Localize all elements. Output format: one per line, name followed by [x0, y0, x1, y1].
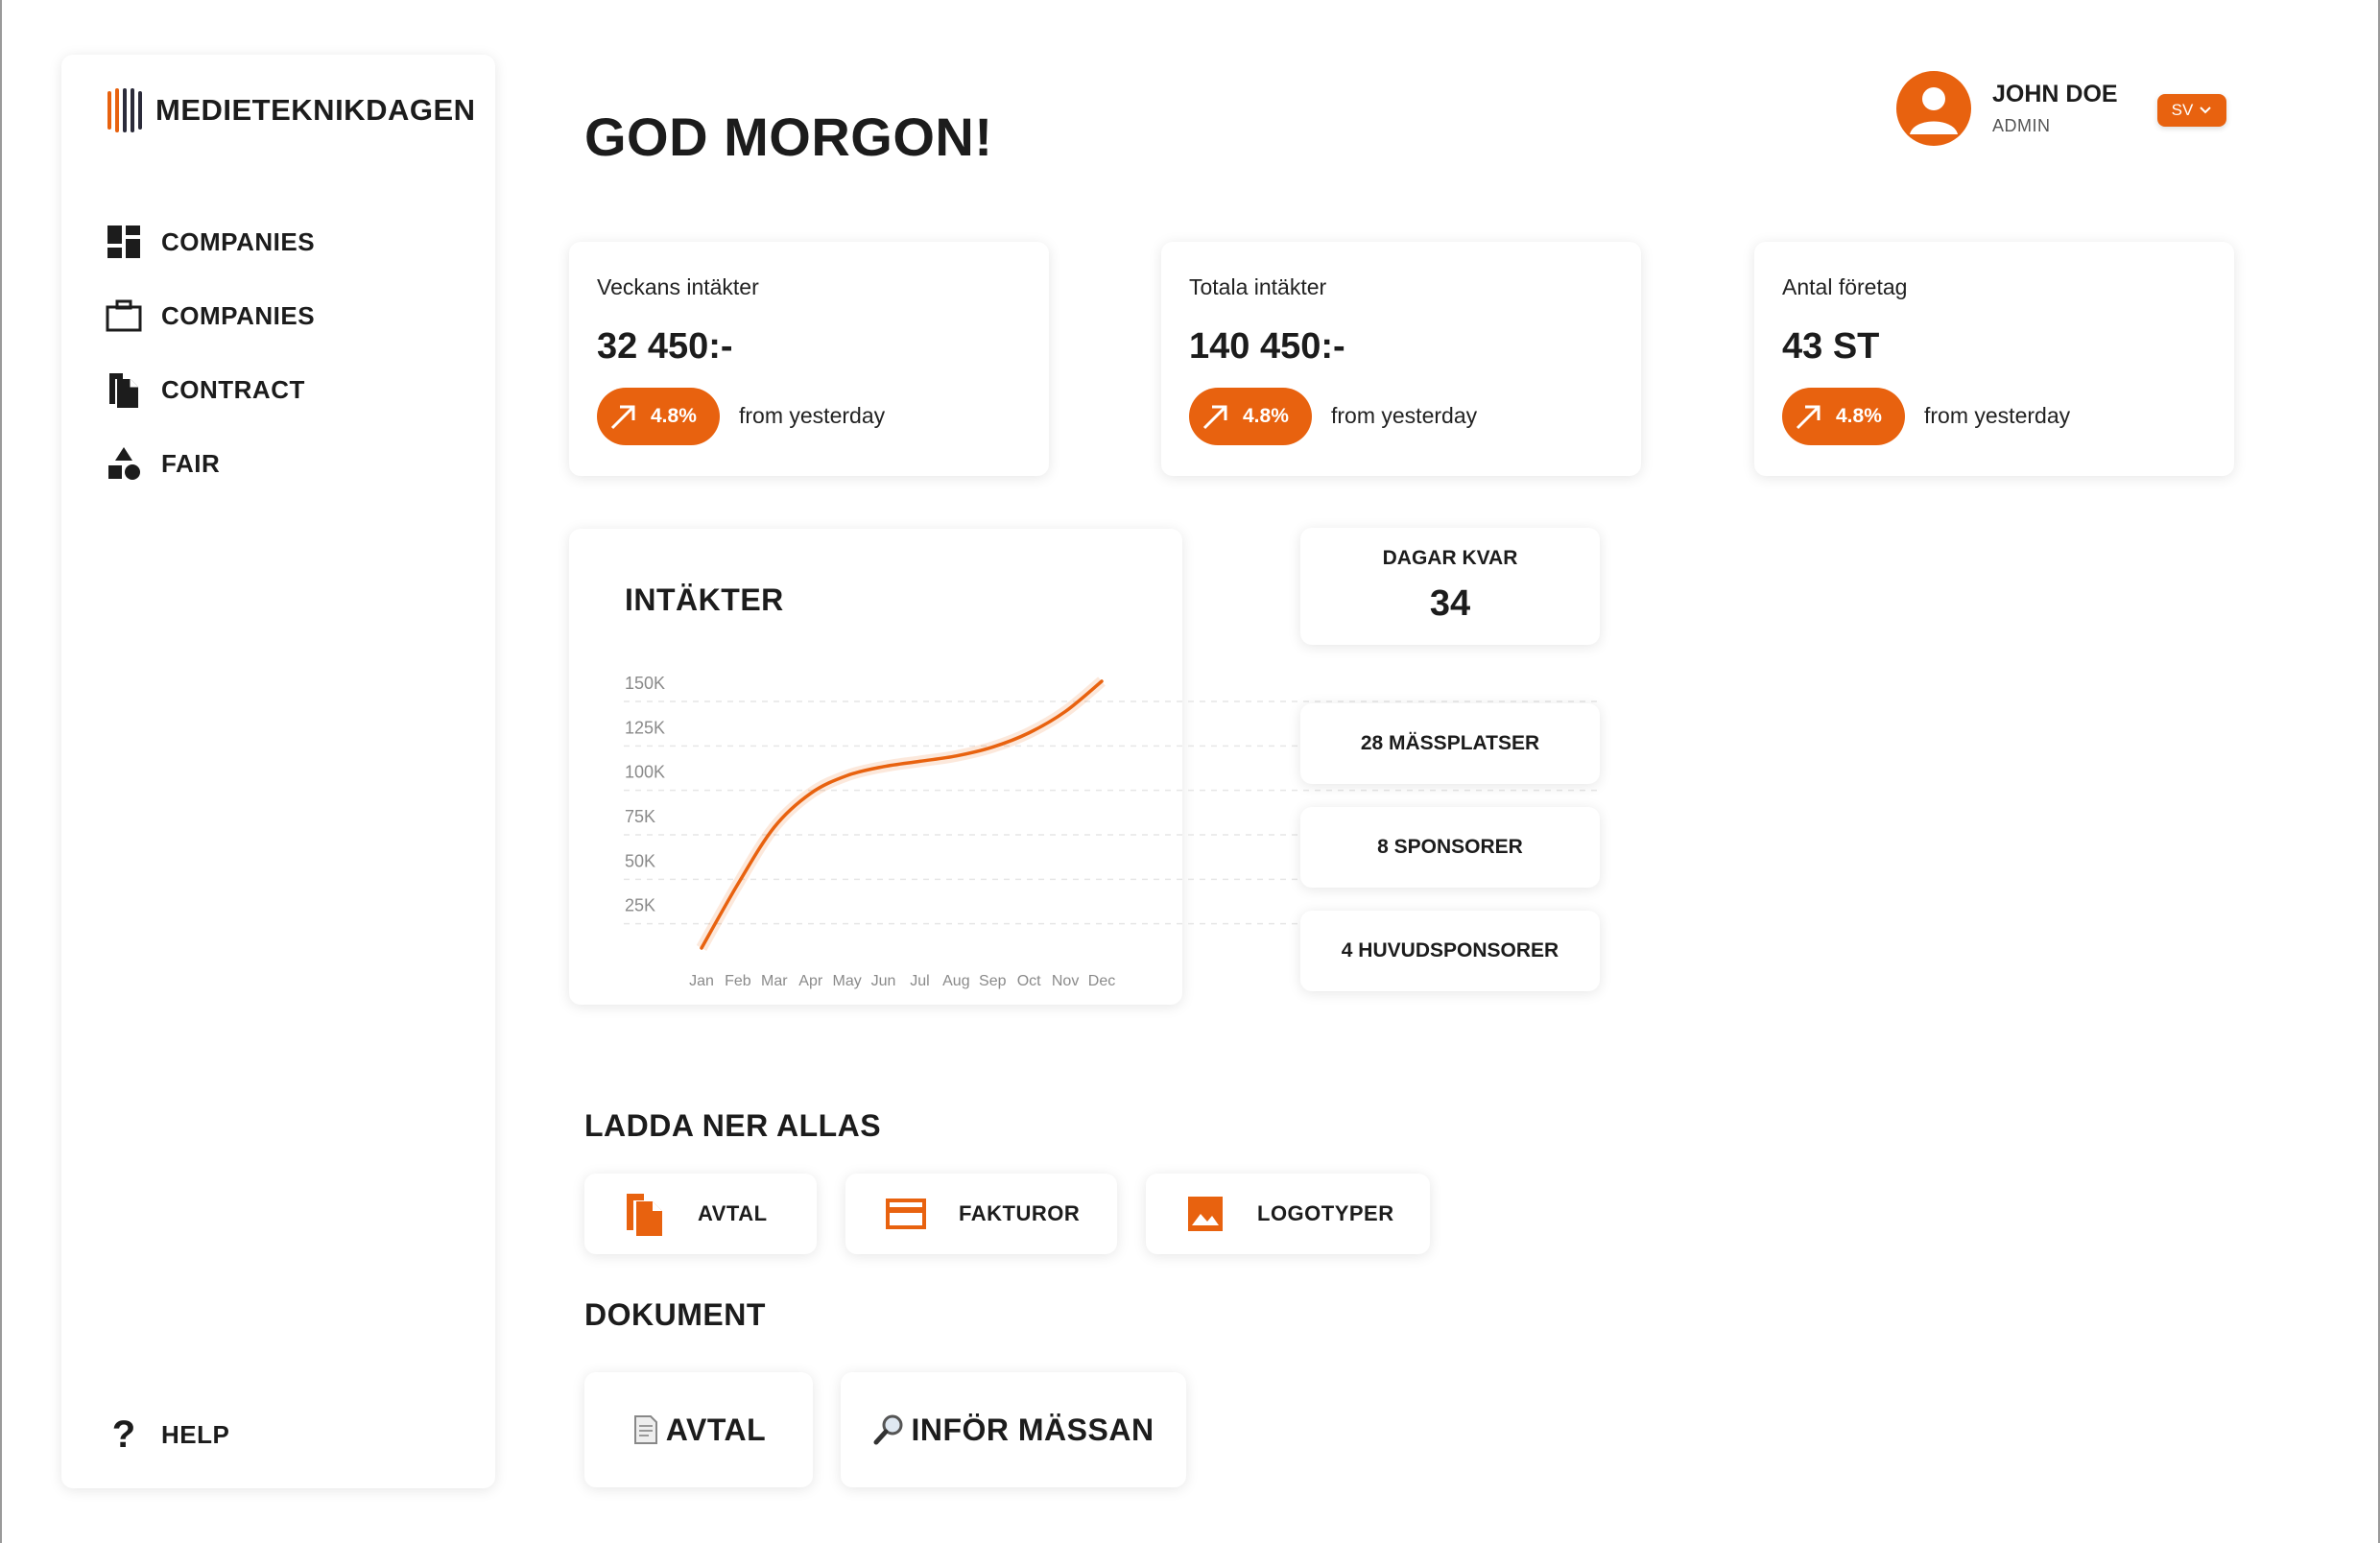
trend-up-icon: [1796, 405, 1821, 430]
stat-value: 43 ST: [1782, 326, 1880, 367]
sidebar-item-label: FAIR: [161, 448, 221, 478]
sidebar-item-companies[interactable]: COMPANIES: [106, 297, 315, 334]
stat-value: 32 450:-: [597, 326, 733, 367]
change-note: from yesterday: [1331, 403, 1478, 428]
days-left-value: 34: [1429, 583, 1471, 624]
shapes-icon: [106, 445, 142, 482]
stat-card-weekly-revenue: Veckans intäkter 32 450:- 4.8% from yest…: [569, 242, 1049, 476]
change-note: from yesterday: [739, 403, 886, 428]
sidebar-item-label: CONTRACT: [161, 374, 305, 404]
sidebar-item-label: COMPANIES: [161, 226, 316, 256]
download-label: FAKTUROR: [959, 1201, 1081, 1225]
download-label: AVTAL: [698, 1201, 768, 1225]
info-box-label: 28 MÄSSPLATSER: [1360, 732, 1540, 754]
document-label: AVTAL: [665, 1412, 767, 1447]
trend-up-icon: [610, 405, 635, 430]
help-link[interactable]: ? HELP: [106, 1415, 229, 1454]
language-value: SV: [2171, 101, 2194, 119]
document-icon: [106, 371, 142, 408]
info-box-label: 8 SPONSORER: [1377, 836, 1523, 858]
logo-bars-icon: [107, 88, 142, 132]
credit-card-icon: [886, 1199, 926, 1229]
page-title: GOD MORGON!: [584, 107, 993, 167]
document-label: INFÖR MÄSSAN: [911, 1412, 1154, 1447]
chart-title: INTÄKTER: [625, 582, 784, 617]
change-value: 4.8%: [1243, 405, 1289, 427]
question-icon: ?: [111, 1413, 136, 1456]
stat-label: Veckans intäkter: [597, 274, 759, 299]
document-icon: [625, 1192, 665, 1236]
brand-name: MEDIETEKNIKDAGEN: [155, 93, 476, 127]
info-box-booth-count: 28 MÄSSPLATSER: [1300, 703, 1600, 784]
stat-card-total-revenue: Totala intäkter 140 450:- 4.8% from yest…: [1161, 242, 1641, 476]
sidebar-item-fair[interactable]: FAIR: [106, 445, 220, 482]
change-value: 4.8%: [1836, 405, 1882, 427]
info-box-main-sponsor-count: 4 HUVUDSPONSORER: [1300, 911, 1600, 991]
change-value: 4.8%: [651, 405, 697, 427]
info-box-label: 4 HUVUDSPONSORER: [1341, 939, 1559, 961]
briefcase-icon: [106, 297, 142, 334]
brand-logo[interactable]: MEDIETEKNIKDAGEN: [107, 88, 476, 132]
download-label: LOGOTYPER: [1257, 1201, 1394, 1225]
stat-label: Antal företag: [1782, 274, 1908, 299]
image-icon: [1188, 1197, 1223, 1231]
user-profile[interactable]: JOHN DOE ADMIN: [1896, 71, 2118, 146]
chevron-down-icon: [2200, 107, 2212, 114]
change-note: from yesterday: [1924, 403, 2071, 428]
change-badge: 4.8%: [597, 388, 720, 445]
stat-card-company-count: Antal företag 43 ST 4.8% from yesterday: [1754, 242, 2234, 476]
sidebar-item-contract[interactable]: CONTRACT: [106, 371, 305, 408]
dashboard-icon: [106, 224, 142, 260]
days-left-card: DAGAR KVAR 34: [1300, 528, 1600, 645]
revenue-chart-card: INTÄKTER: [569, 529, 1182, 1005]
magnifier-icon: [872, 1413, 905, 1446]
sidebar-item-companies-dashboard[interactable]: COMPANIES: [106, 224, 315, 260]
downloads-title: LADDA NER ALLAS: [584, 1108, 882, 1143]
document-before-fair-button[interactable]: INFÖR MÄSSAN: [841, 1372, 1186, 1487]
stat-value: 140 450:-: [1189, 326, 1345, 367]
document-contract-button[interactable]: AVTAL: [584, 1372, 813, 1487]
change-badge: 4.8%: [1189, 388, 1312, 445]
language-select[interactable]: SV: [2157, 94, 2226, 127]
download-logos-button[interactable]: LOGOTYPER: [1146, 1174, 1430, 1254]
sidebar-item-label: COMPANIES: [161, 300, 316, 330]
user-role: ADMIN: [1992, 116, 2051, 135]
download-contracts-button[interactable]: AVTAL: [584, 1174, 817, 1254]
download-invoices-button[interactable]: FAKTUROR: [845, 1174, 1117, 1254]
change-badge: 4.8%: [1782, 388, 1905, 445]
info-box-sponsor-count: 8 SPONSORER: [1300, 807, 1600, 888]
avatar-icon: [1896, 71, 1971, 146]
days-left-label: DAGAR KVAR: [1382, 547, 1518, 569]
page-icon: [631, 1414, 660, 1445]
help-label: HELP: [161, 1419, 230, 1449]
documents-title: DOKUMENT: [584, 1297, 766, 1332]
sidebar: MEDIETEKNIKDAGEN COMPANIES COMPANIES CON…: [61, 55, 495, 1488]
stat-label: Totala intäkter: [1189, 274, 1327, 299]
trend-up-icon: [1202, 405, 1227, 430]
user-name: JOHN DOE: [1992, 81, 2118, 107]
